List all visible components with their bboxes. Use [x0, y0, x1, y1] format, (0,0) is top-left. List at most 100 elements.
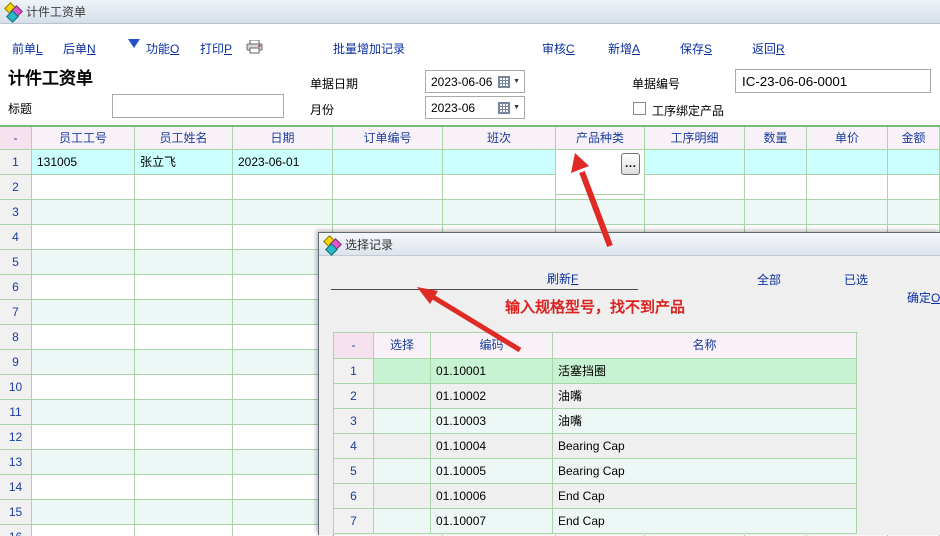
row-number[interactable]: 11 [0, 400, 32, 425]
grid-cell[interactable] [888, 150, 940, 175]
grid-cell[interactable] [135, 400, 233, 425]
row-number[interactable]: 4 [334, 434, 374, 459]
grid-cell[interactable]: 01.10002 [431, 384, 553, 409]
row-number[interactable]: 4 [0, 225, 32, 250]
row-number[interactable]: 2 [334, 384, 374, 409]
grid-cell[interactable] [374, 359, 431, 384]
grid-cell[interactable]: 01.10003 [431, 409, 553, 434]
doc-date-picker[interactable]: 2023-06-06 ▼ [425, 70, 525, 93]
product-lookup-button[interactable]: … [621, 153, 640, 175]
column-header[interactable]: 员工姓名 [135, 127, 233, 150]
grid-cell[interactable] [374, 434, 431, 459]
spec-search-input[interactable] [331, 271, 638, 290]
grid-cell[interactable]: 01.10007 [431, 509, 553, 534]
row-number[interactable]: 16 [0, 525, 32, 536]
grid-cell[interactable] [374, 384, 431, 409]
grid-cell[interactable] [32, 300, 135, 325]
grid-cell[interactable]: 01.10004 [431, 434, 553, 459]
prev-doc-button[interactable]: 前单L [12, 40, 43, 57]
column-header[interactable]: 班次 [443, 127, 556, 150]
next-doc-button[interactable]: 后单N [63, 40, 96, 57]
filter-selected-button[interactable]: 已选 [844, 271, 868, 288]
bind-product-checkbox[interactable] [633, 102, 646, 115]
column-header[interactable]: - [0, 127, 32, 150]
save-button[interactable]: 保存S [680, 40, 712, 57]
grid-cell[interactable] [135, 325, 233, 350]
grid-cell[interactable] [32, 350, 135, 375]
grid-cell[interactable] [333, 200, 443, 225]
column-header[interactable]: 产品种类 [556, 127, 645, 150]
grid-cell[interactable] [374, 484, 431, 509]
doc-no-input[interactable] [735, 69, 931, 93]
row-number[interactable]: 7 [0, 300, 32, 325]
calendar-dropdown-icon[interactable]: ▼ [498, 102, 520, 114]
grid-cell[interactable] [645, 150, 745, 175]
grid-cell[interactable] [32, 200, 135, 225]
grid-cell[interactable] [135, 500, 233, 525]
grid-cell[interactable]: End Cap [553, 509, 857, 534]
column-header[interactable]: 名称 [553, 333, 857, 359]
grid-cell[interactable] [32, 500, 135, 525]
refresh-button[interactable]: 刷新F [547, 270, 578, 287]
grid-cell[interactable] [135, 350, 233, 375]
column-header[interactable]: 编码 [431, 333, 553, 359]
back-button[interactable]: 返回R [752, 40, 785, 57]
row-number[interactable]: 14 [0, 475, 32, 500]
grid-cell[interactable] [135, 200, 233, 225]
row-number[interactable]: 3 [0, 200, 32, 225]
row-number[interactable]: 5 [334, 459, 374, 484]
grid-cell[interactable] [135, 450, 233, 475]
row-number[interactable]: 8 [0, 325, 32, 350]
grid-cell[interactable] [32, 400, 135, 425]
grid-cell[interactable] [745, 200, 807, 225]
print-button[interactable]: 打印P [200, 40, 232, 57]
grid-cell[interactable] [888, 175, 940, 200]
grid-cell[interactable] [135, 175, 233, 200]
title-input[interactable] [112, 94, 284, 118]
grid-cell[interactable] [888, 200, 940, 225]
printer-icon[interactable] [246, 40, 263, 57]
column-header[interactable]: - [334, 333, 374, 359]
grid-cell[interactable]: 活塞挡圈 [553, 359, 857, 384]
row-number[interactable]: 6 [334, 484, 374, 509]
row-number[interactable]: 3 [334, 409, 374, 434]
grid-cell[interactable]: End Cap [553, 484, 857, 509]
ok-button[interactable]: 确定O [907, 289, 940, 306]
grid-cell[interactable]: 油嘴 [553, 409, 857, 434]
grid-cell[interactable] [745, 175, 807, 200]
grid-cell[interactable]: 01.10005 [431, 459, 553, 484]
grid-cell[interactable] [374, 409, 431, 434]
add-new-button[interactable]: 新增A [608, 40, 640, 57]
grid-cell[interactable] [443, 150, 556, 175]
function-menu-button[interactable]: 功能O [146, 40, 179, 57]
column-header[interactable]: 数量 [745, 127, 807, 150]
grid-cell[interactable]: 油嘴 [553, 384, 857, 409]
grid-cell[interactable] [807, 175, 888, 200]
grid-cell[interactable] [32, 525, 135, 536]
audit-button[interactable]: 审核C [542, 40, 575, 57]
grid-cell[interactable] [135, 225, 233, 250]
column-header[interactable]: 员工工号 [32, 127, 135, 150]
grid-cell[interactable] [233, 175, 333, 200]
column-header[interactable]: 日期 [233, 127, 333, 150]
grid-cell[interactable] [745, 150, 807, 175]
column-header[interactable]: 单价 [807, 127, 888, 150]
grid-cell[interactable] [556, 200, 645, 225]
grid-cell[interactable] [32, 325, 135, 350]
grid-cell[interactable] [32, 475, 135, 500]
batch-add-records-button[interactable]: 批量增加记录 [333, 40, 405, 57]
grid-cell[interactable]: 张立飞 [135, 150, 233, 175]
filter-all-button[interactable]: 全部 [757, 271, 781, 288]
grid-cell[interactable]: Bearing Cap [553, 459, 857, 484]
row-number[interactable]: 13 [0, 450, 32, 475]
row-number[interactable]: 1 [0, 150, 32, 175]
column-header[interactable]: 金额 [888, 127, 940, 150]
row-number[interactable]: 7 [334, 509, 374, 534]
grid-cell[interactable]: 131005 [32, 150, 135, 175]
grid-cell[interactable] [32, 425, 135, 450]
grid-cell[interactable] [135, 250, 233, 275]
grid-cell[interactable] [135, 275, 233, 300]
grid-cell[interactable]: 01.10006 [431, 484, 553, 509]
grid-cell[interactable] [645, 175, 745, 200]
column-header[interactable]: 工序明细 [645, 127, 745, 150]
